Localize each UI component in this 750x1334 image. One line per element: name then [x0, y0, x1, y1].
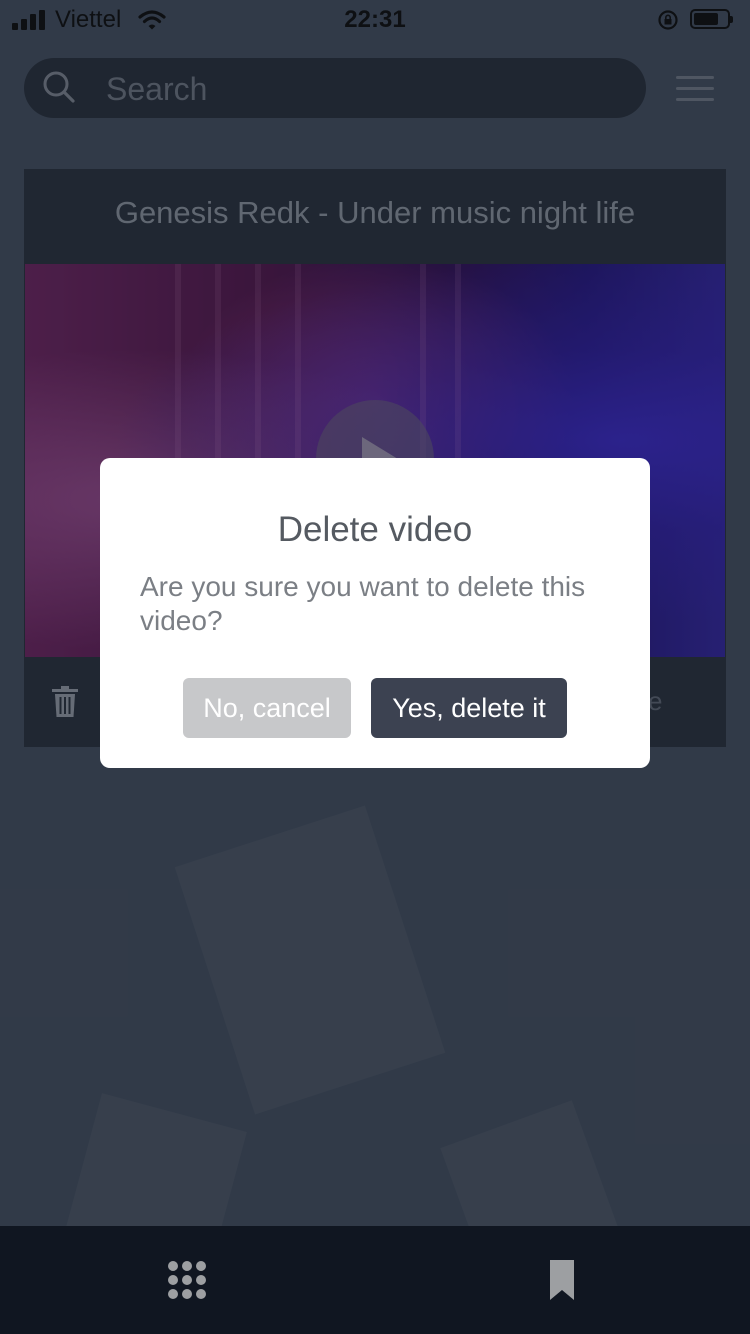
dialog-message: Are you sure you want to delete this vid…: [140, 571, 586, 636]
dialog-title: Delete video: [277, 510, 473, 549]
confirm-delete-button[interactable]: Yes, delete it: [371, 678, 567, 738]
app-screen: Viettel 22:31 Genesis Redk - Under music…: [0, 0, 750, 1334]
delete-dialog: Delete video Are you sure you want to de…: [100, 458, 650, 768]
cancel-button[interactable]: No, cancel: [183, 678, 351, 738]
